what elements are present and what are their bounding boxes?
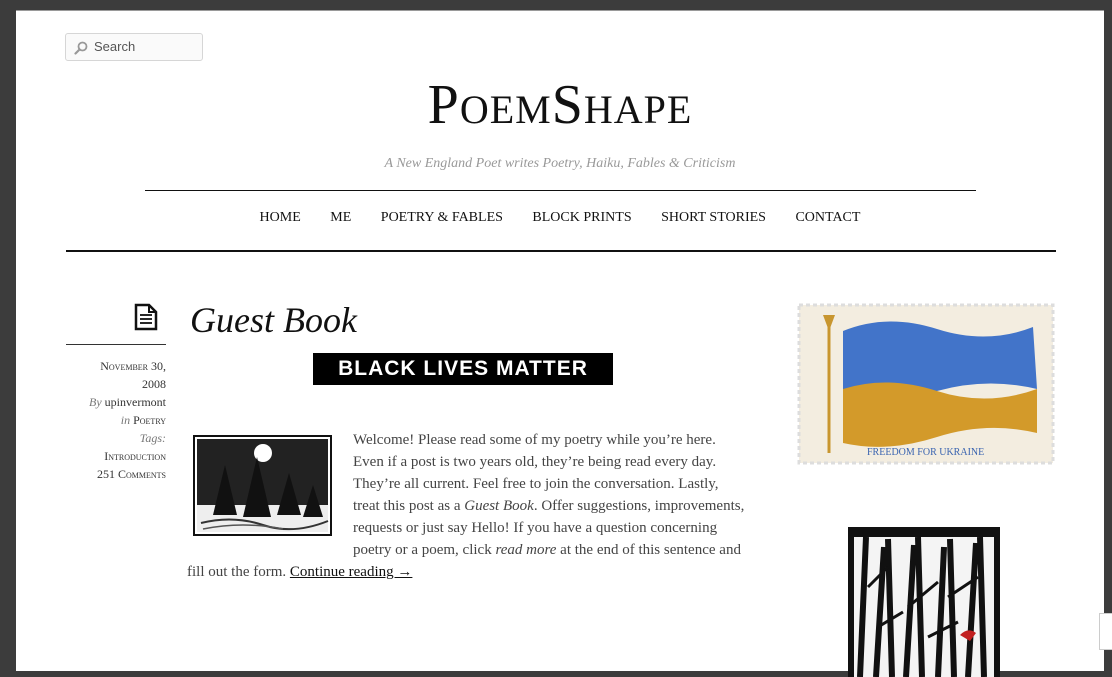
stamp-caption: FREEDOM FOR UKRAINE	[867, 447, 984, 458]
title-part: HAPE	[583, 87, 693, 132]
post-meta: November 30, 2008 By upinvermont in Poet…	[66, 357, 166, 483]
main-nav: HOME ME POETRY & FABLES BLOCK PRINTS SHO…	[16, 210, 1104, 226]
nav-me[interactable]: ME	[330, 210, 351, 226]
tags-label: Tags:	[139, 431, 166, 445]
search-input[interactable]	[94, 39, 194, 54]
nav-short-stories[interactable]: SHORT STORIES	[661, 210, 766, 226]
site-tagline: A New England Poet writes Poetry, Haiku,…	[384, 156, 736, 171]
search-box[interactable]	[65, 33, 203, 61]
by-label: By	[89, 395, 102, 409]
nav-divider	[66, 250, 1056, 252]
image-float-spacer	[187, 429, 353, 559]
nav-poetry-fables[interactable]: POETRY & FABLES	[381, 210, 503, 226]
continue-reading-link[interactable]: Continue reading →	[290, 564, 412, 580]
post-tag[interactable]: Introduction	[104, 449, 166, 463]
post-title[interactable]: Guest Book	[190, 299, 357, 341]
post-date-year[interactable]: 2008	[142, 377, 166, 391]
title-part: OEM	[459, 87, 552, 132]
site-title[interactable]: POEMSHAPE	[16, 77, 1104, 133]
post-date[interactable]: November 30,	[100, 359, 166, 373]
header-divider	[145, 190, 976, 191]
title-letter: S	[551, 74, 584, 136]
post-excerpt: Welcome! Please read some of my poetry w…	[187, 429, 747, 583]
ukraine-stamp-image[interactable]: FREEDOM FOR UKRAINE	[797, 303, 1055, 465]
nav-block-prints[interactable]: BLOCK PRINTS	[532, 210, 631, 226]
post-category[interactable]: Poetry	[133, 413, 166, 427]
page: POEMSHAPE A New England Poet writes Poet…	[16, 10, 1112, 677]
title-letter: P	[427, 74, 460, 136]
post-comments[interactable]: 251 Comments	[97, 467, 166, 481]
excerpt-emphasis: read more	[495, 542, 557, 558]
post-author[interactable]: upinvermont	[105, 395, 166, 409]
nav-home[interactable]: HOME	[260, 210, 301, 226]
nav-contact[interactable]: CONTACT	[795, 210, 860, 226]
woodcut-forest-bird-image[interactable]	[848, 527, 1000, 677]
search-icon	[74, 41, 88, 55]
scroll-tab[interactable]	[1099, 613, 1112, 650]
in-label: in	[120, 413, 131, 427]
meta-divider	[66, 344, 166, 345]
black-lives-matter-banner: BLACK LIVES MATTER	[313, 353, 613, 385]
document-icon	[134, 303, 158, 331]
excerpt-emphasis: Guest Book	[464, 498, 534, 514]
